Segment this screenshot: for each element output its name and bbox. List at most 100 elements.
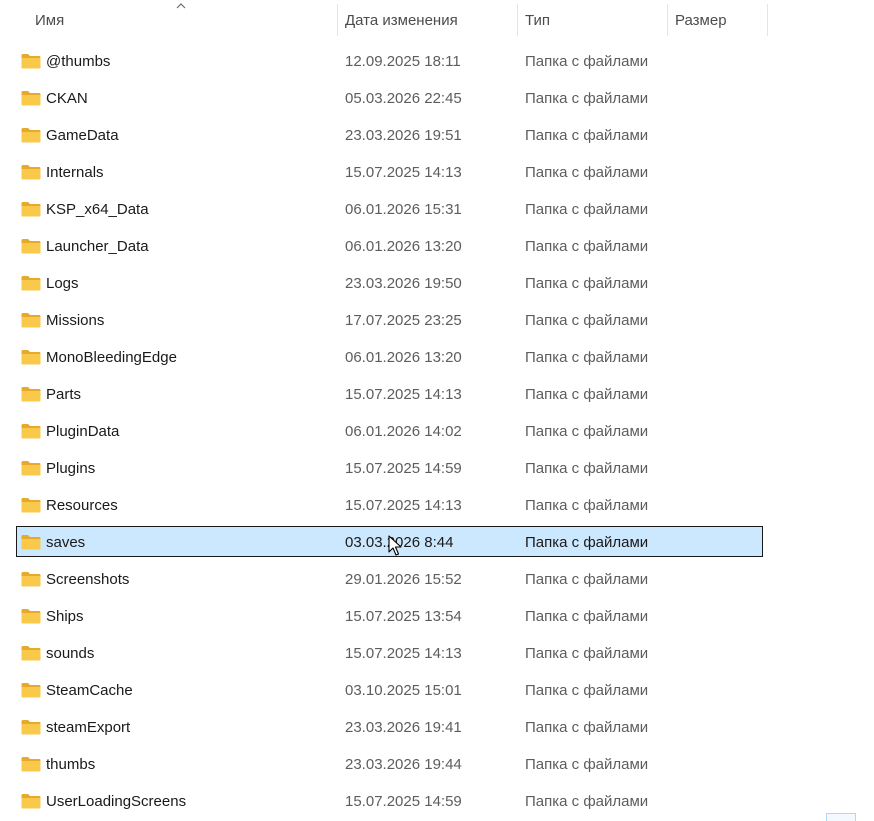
file-type: Папка с файлами (525, 90, 649, 107)
file-type: Папка с файлами (525, 312, 649, 329)
file-row[interactable]: PluginData 06.01.2026 14:02 Папка с файлам… (0, 413, 874, 450)
column-header-date[interactable]: Дата изменения (337, 0, 517, 40)
folder-icon (21, 424, 41, 439)
file-name: Resources (46, 497, 118, 514)
column-header-type[interactable]: Тип (517, 0, 667, 40)
file-row[interactable]: UserLoadingScreens 15.07.2025 14:59 Папка … (0, 783, 874, 820)
column-header-size[interactable]: Размер (667, 0, 767, 40)
file-date-modified: 29.01.2026 15:52 (345, 571, 462, 588)
file-type: Папка с файлами (525, 386, 649, 403)
folder-icon (21, 54, 41, 69)
file-row[interactable]: steamExport 23.03.2026 19:41 Папка с файла… (0, 709, 874, 746)
file-type: Папка с файлами (525, 682, 649, 699)
column-divider[interactable] (767, 4, 768, 36)
file-name: SteamCache (46, 682, 133, 699)
file-name: Ships (46, 608, 84, 625)
file-row[interactable]: saves 03.03.2026 8:44 Папка с файлами (0, 524, 874, 561)
file-name: steamExport (46, 719, 131, 736)
file-name: GameData (46, 127, 119, 144)
file-explorer-details-view: Имя Дата изменения Тип Размер @thumbs 12.… (0, 0, 874, 821)
file-type: Папка с файлами (525, 497, 649, 514)
mouse-cursor-icon (388, 535, 402, 556)
file-name: Screenshots (46, 571, 130, 588)
folder-icon (21, 387, 41, 402)
file-type: Папка с файлами (525, 238, 649, 255)
file-row[interactable]: Logs 23.03.2026 19:50 Папка с файлами (0, 265, 874, 302)
file-row[interactable]: @thumbs 12.09.2025 18:11 Папка с файлами (0, 43, 874, 80)
file-date-modified: 23.03.2026 19:50 (345, 275, 462, 292)
file-date-modified: 05.03.2026 22:45 (345, 90, 462, 107)
file-type: Папка с файлами (525, 719, 649, 736)
folder-icon (21, 794, 41, 809)
file-row[interactable]: GameData 23.03.2026 19:51 Папка с файлами (0, 117, 874, 154)
file-name: sounds (46, 645, 95, 662)
file-date-modified: 06.01.2026 14:02 (345, 423, 462, 440)
file-row[interactable]: thumbs 23.03.2026 19:44 Папка с файлами (0, 746, 874, 783)
file-date-modified: 15.07.2025 13:54 (345, 608, 462, 625)
file-name: CKAN (46, 90, 88, 107)
file-type: Папка с файлами (525, 201, 649, 218)
folder-icon (21, 683, 41, 698)
file-date-modified: 15.07.2025 14:13 (345, 497, 462, 514)
file-row[interactable]: Plugins 15.07.2025 14:59 Папка с файлами (0, 450, 874, 487)
file-name: MonoBleedingEdge (46, 349, 177, 366)
file-name: Missions (46, 312, 105, 329)
file-list: @thumbs 12.09.2025 18:11 Папка с файлами CK… (0, 43, 874, 820)
file-name: thumbs (46, 756, 96, 773)
file-date-modified: 15.07.2025 14:13 (345, 164, 462, 181)
file-row[interactable]: Screenshots 29.01.2026 15:52 Папка с файла… (0, 561, 874, 598)
file-name: Internals (46, 164, 104, 181)
file-row[interactable]: Missions 17.07.2025 23:25 Папка с файлами (0, 302, 874, 339)
file-row[interactable]: sounds 15.07.2025 14:13 Папка с файлами (0, 635, 874, 672)
file-date-modified: 23.03.2026 19:44 (345, 756, 462, 773)
file-row[interactable]: Internals 15.07.2025 14:13 Папка с файлами (0, 154, 874, 191)
folder-icon (21, 313, 41, 328)
file-row[interactable]: KSP_x64_Data 06.01.2026 15:31 Папка с файл… (0, 191, 874, 228)
sort-up-icon (176, 3, 186, 9)
folder-icon (21, 202, 41, 217)
file-name: @thumbs (46, 53, 111, 70)
file-name: KSP_x64_Data (46, 201, 149, 218)
file-date-modified: 15.07.2025 14:13 (345, 645, 462, 662)
file-name: PluginData (46, 423, 120, 440)
folder-icon (21, 239, 41, 254)
file-date-modified: 15.07.2025 14:13 (345, 386, 462, 403)
file-row[interactable]: Ships 15.07.2025 13:54 Папка с файлами (0, 598, 874, 635)
file-row[interactable]: CKAN 05.03.2026 22:45 Папка с файлами (0, 80, 874, 117)
scrollbar-corner[interactable] (826, 813, 856, 821)
file-name: Parts (46, 386, 82, 403)
folder-icon (21, 609, 41, 624)
file-type: Папка с файлами (525, 534, 649, 551)
file-row[interactable]: MonoBleedingEdge 06.01.2026 13:20 Папка с … (0, 339, 874, 376)
folder-icon (21, 350, 41, 365)
file-type: Папка с файлами (525, 571, 649, 588)
file-date-modified: 15.07.2025 14:59 (345, 793, 462, 810)
file-name: saves (46, 534, 86, 551)
file-name: Plugins (46, 460, 96, 477)
file-row[interactable]: Parts 15.07.2025 14:13 Папка с файлами (0, 376, 874, 413)
folder-icon (21, 646, 41, 661)
file-row[interactable]: SteamCache 03.10.2025 15:01 Папка с файлам… (0, 672, 874, 709)
file-type: Папка с файлами (525, 275, 649, 292)
file-date-modified: 06.01.2026 15:31 (345, 201, 462, 218)
file-type: Папка с файлами (525, 645, 649, 662)
folder-icon (21, 276, 41, 291)
folder-icon (21, 461, 41, 476)
file-date-modified: 23.03.2026 19:41 (345, 719, 462, 736)
folder-icon (21, 757, 41, 772)
file-name: Launcher_Data (46, 238, 149, 255)
file-type: Папка с файлами (525, 793, 649, 810)
file-type: Папка с файлами (525, 608, 649, 625)
folder-icon (21, 165, 41, 180)
folder-icon (21, 498, 41, 513)
file-name: UserLoadingScreens (46, 793, 187, 810)
folder-icon (21, 720, 41, 735)
file-row[interactable]: Launcher_Data 06.01.2026 13:20 Папка с фай… (0, 228, 874, 265)
file-row[interactable]: Resources 15.07.2025 14:13 Папка с файлами (0, 487, 874, 524)
file-type: Папка с файлами (525, 349, 649, 366)
file-date-modified: 17.07.2025 23:25 (345, 312, 462, 329)
file-date-modified: 15.07.2025 14:59 (345, 460, 462, 477)
file-type: Папка с файлами (525, 127, 649, 144)
folder-icon (21, 91, 41, 106)
file-type: Папка с файлами (525, 423, 649, 440)
